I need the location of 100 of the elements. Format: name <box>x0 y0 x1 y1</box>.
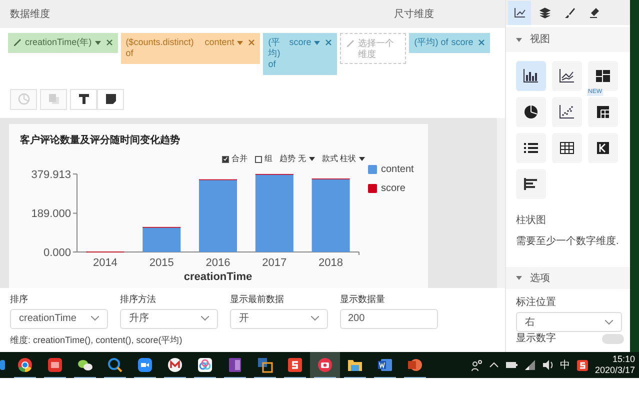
field-name: creationTime(年) <box>25 37 92 48</box>
close-icon[interactable] <box>248 39 256 46</box>
toggle-switch[interactable] <box>602 334 624 344</box>
video-camera-icon <box>137 357 153 373</box>
field-label: 显示数字 <box>516 333 556 344</box>
chevron-icon <box>605 320 613 324</box>
notebook-icon <box>227 357 243 373</box>
legend-label: score <box>381 182 406 196</box>
chart-type-button[interactable] <box>552 61 582 91</box>
signal-icon[interactable] <box>524 359 536 371</box>
section-label: 数据维度 <box>10 8 51 22</box>
chart-type-button[interactable] <box>516 169 546 199</box>
kpi-icon <box>595 140 611 156</box>
grid-table-icon <box>595 104 611 120</box>
scrollbar[interactable] <box>497 118 505 288</box>
chart-type-button[interactable] <box>552 133 582 163</box>
field-label: 标注位置 <box>515 296 557 310</box>
field-label: 排序 <box>10 293 29 306</box>
aggregate-label: (平均) of <box>414 37 448 48</box>
axis-title: creationTime <box>184 271 252 283</box>
chart-type-button[interactable] <box>516 61 546 91</box>
close-icon[interactable] <box>478 39 486 46</box>
app-icon[interactable] <box>576 358 589 372</box>
pie-icon <box>18 93 30 105</box>
close-icon[interactable] <box>106 39 113 46</box>
axis-tick-label: 2018 <box>318 257 344 269</box>
caret-icon[interactable] <box>359 157 365 161</box>
number-input[interactable]: 200 <box>340 308 438 328</box>
select-field[interactable]: 升序 <box>120 308 218 328</box>
cloud-icon <box>197 357 213 373</box>
app-icon <box>47 357 63 373</box>
clock-time[interactable]: 15:10 <box>612 354 635 365</box>
table-icon <box>559 140 575 156</box>
select-field[interactable]: 开 <box>230 308 328 328</box>
field-name: 选择一个维度 <box>358 38 396 60</box>
section-title: 选项 <box>530 272 550 286</box>
document-icon <box>377 357 393 373</box>
toolbar-button[interactable] <box>97 88 124 110</box>
axis-tick-label: 2016 <box>206 257 230 269</box>
marker-icon <box>588 6 600 18</box>
chart-type-button[interactable] <box>588 61 618 91</box>
chat-bubbles-icon <box>77 357 93 373</box>
panel-tab[interactable] <box>508 0 531 24</box>
treemap-icon <box>595 68 611 84</box>
axis-tick-label: 2014 <box>92 257 118 269</box>
horizontal-bar-icon <box>523 176 539 192</box>
bar-chart-icon <box>523 68 539 84</box>
chart-type-button[interactable] <box>552 97 582 127</box>
field-name: score <box>451 37 474 48</box>
toolbar-button[interactable] <box>70 88 97 110</box>
folder-icon <box>347 357 363 373</box>
brush-icon <box>564 6 576 18</box>
camera-icon <box>317 357 333 373</box>
checkbox-option[interactable]: 合并 <box>222 153 248 165</box>
chevron-icon <box>91 316 99 321</box>
chevron-icon <box>201 316 209 321</box>
legend-label: content <box>381 163 414 177</box>
speaker-icon[interactable] <box>542 359 554 371</box>
chart-type-button[interactable] <box>516 97 546 127</box>
field-name: score <box>289 37 312 48</box>
section-title: 视图 <box>530 32 550 47</box>
note-icon <box>104 93 116 105</box>
pencil-icon <box>13 37 22 47</box>
app-icon <box>287 357 303 373</box>
app-icon <box>257 357 273 373</box>
section-label: 尺寸维度 <box>394 8 434 22</box>
input-method[interactable]: 中 <box>560 358 570 372</box>
chart-type-button[interactable] <box>516 133 546 163</box>
aggregate-label: (平均) of <box>268 37 282 70</box>
dropdown-menu[interactable]: 趋势 无 <box>280 153 315 165</box>
checkbox-option[interactable]: 组 <box>254 153 273 165</box>
chrome-icon <box>17 357 33 373</box>
axis-tick-label: 0.000 <box>43 247 71 259</box>
dimension-summary: 维度: creationTime(), content(), score(平均) <box>10 334 184 347</box>
aggregate-label: ($counts.distinct) of <box>126 37 195 59</box>
people-icon[interactable] <box>470 359 483 371</box>
clock-date[interactable]: 2020/3/17 <box>594 365 635 376</box>
check-icon <box>222 156 228 162</box>
axis-tick-label: 379.913 <box>31 169 71 181</box>
pie-chart-icon <box>523 104 539 120</box>
close-icon[interactable] <box>325 39 332 46</box>
chart-title: 客户评论数量及评分随时间变化趋势 <box>19 133 181 148</box>
chart-type-name: 柱状图 <box>515 214 547 228</box>
taskbar-app[interactable] <box>310 352 340 378</box>
chevron-up-icon[interactable] <box>488 361 499 369</box>
field-label: 显示数据量 <box>340 293 386 306</box>
field-label: 显示最前数据 <box>230 293 285 306</box>
axis-tick-label: 189.000 <box>31 208 71 220</box>
select-field[interactable]: creationTime <box>10 308 108 328</box>
layers-icon <box>538 6 550 18</box>
chart-type-button[interactable] <box>588 133 618 163</box>
list-icon <box>523 140 539 156</box>
line-chart-icon <box>559 68 575 84</box>
field-name: content <box>204 37 234 48</box>
caret-icon[interactable] <box>308 157 315 161</box>
dropdown-menu[interactable]: 款式 柱状 <box>322 153 365 165</box>
line-chart-icon <box>514 6 526 18</box>
position-select[interactable]: 右 <box>516 312 622 332</box>
field-pill[interactable]: creationTime(年) <box>8 33 118 53</box>
battery-icon[interactable] <box>504 359 518 371</box>
